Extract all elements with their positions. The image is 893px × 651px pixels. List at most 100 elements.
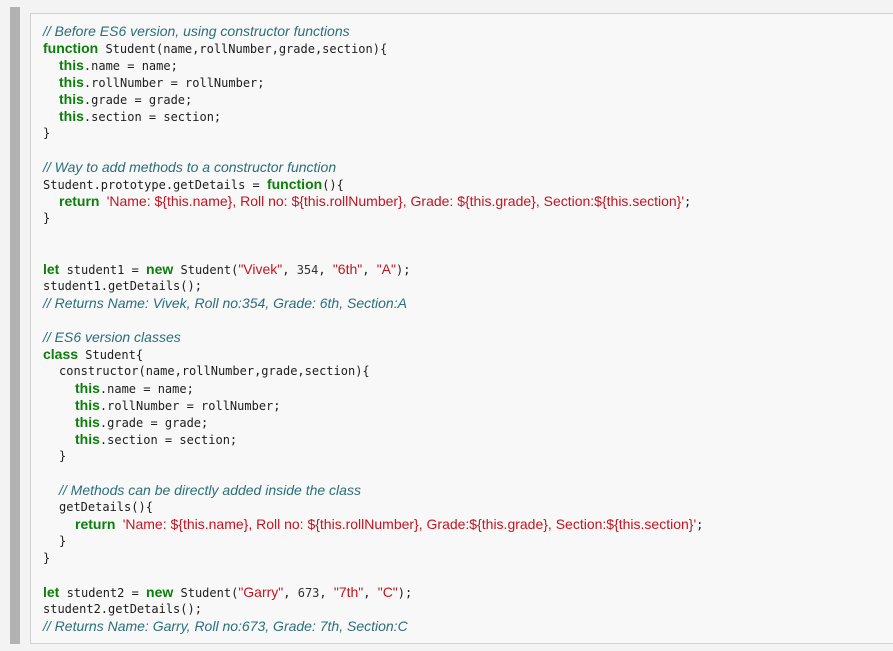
code-panel: // Before ES6 version, using constructor… [10, 7, 893, 644]
code-body: // Before ES6 version, using constructor… [43, 23, 889, 635]
code-text: .grade = grade; [83, 93, 193, 107]
code-text: } [43, 551, 51, 565]
code-text: , [319, 586, 334, 600]
keyword-function: function [43, 40, 99, 56]
code-text: .rollNumber = rollNumber; [99, 399, 281, 413]
keyword-this: this [59, 91, 84, 107]
code-line: return 'Name: ${this.name}, Roll no: ${t… [43, 193, 889, 210]
code-text: student1.getDetails(); [43, 279, 202, 293]
keyword-this: this [59, 74, 84, 90]
comment: // Methods can be directly added inside … [59, 482, 361, 498]
code-line: this.name = name; [43, 57, 889, 74]
code-line: // Before ES6 version, using constructor… [43, 23, 889, 40]
code-line: } [43, 533, 889, 550]
code-block: // Before ES6 version, using constructor… [30, 13, 893, 644]
code-text: , [318, 263, 333, 277]
number-literal: 673 [297, 586, 320, 600]
code-text: } [43, 211, 51, 225]
code-text: , [283, 586, 298, 600]
keyword-this: this [59, 57, 84, 73]
code-line: this.rollNumber = rollNumber; [43, 74, 889, 91]
code-line: function Student(name,rollNumber,grade,s… [43, 40, 889, 57]
string-literal: "A" [376, 261, 396, 277]
code-text: getDetails(){ [59, 500, 153, 514]
code-text: , [363, 586, 378, 600]
code-text: ); [395, 263, 411, 277]
keyword-class: class [43, 346, 79, 362]
code-line: // Returns Name: Garry, Roll no:673, Gra… [43, 618, 889, 635]
code-text: } [59, 534, 67, 548]
keyword-function: function [266, 176, 323, 192]
code-text: student1 = [59, 263, 147, 277]
code-line: let student1 = new Student("Vivek", 354,… [43, 261, 889, 278]
keyword-this: this [75, 397, 100, 413]
code-text: student2 = [59, 586, 147, 600]
code-line: student1.getDetails(); [43, 278, 889, 295]
comment: // Returns Name: Vivek, Roll no:354, Gra… [43, 295, 407, 311]
keyword-return: return [59, 193, 100, 209]
code-text: (){ [322, 178, 344, 192]
code-text: .section = section; [99, 433, 238, 447]
code-line: this.grade = grade; [43, 414, 889, 431]
code-line: class Student{ [43, 346, 889, 363]
code-text: , [362, 263, 377, 277]
comment: // Returns Name: Garry, Roll no:673, Gra… [43, 618, 408, 634]
code-line: } [43, 448, 889, 465]
code-text: constructor(name,rollNumber,grade,sectio… [59, 364, 370, 378]
code-line: } [43, 125, 889, 142]
code-text: .grade = grade; [99, 416, 209, 430]
code-line: this.name = name; [43, 380, 889, 397]
comment: // Way to add methods to a constructor f… [43, 159, 337, 175]
code-line: Student.prototype.getDetails = function(… [43, 176, 889, 193]
number-literal: 354 [296, 263, 319, 277]
keyword-this: this [75, 431, 100, 447]
string-literal: "Garry" [238, 584, 284, 600]
code-text: Student{ [78, 348, 144, 362]
keyword-this: this [59, 108, 84, 124]
keyword-let: let [43, 584, 60, 600]
code-text: } [59, 449, 67, 463]
code-line: // Way to add methods to a constructor f… [43, 159, 889, 176]
code-line: this.rollNumber = rollNumber; [43, 397, 889, 414]
code-text: ; [684, 195, 692, 209]
code-line: // ES6 version classes [43, 329, 889, 346]
code-text: ); [397, 586, 413, 600]
code-text: .section = section; [83, 110, 222, 124]
code-text: Student.prototype.getDetails = [43, 178, 267, 192]
keyword-new: new [146, 261, 174, 277]
keyword-this: this [75, 414, 100, 430]
code-text: Student(name,rollNumber,grade,section){ [98, 42, 388, 56]
code-text: .name = name; [83, 59, 178, 73]
code-line: student2.getDetails(); [43, 601, 889, 618]
code-text: ; [696, 518, 704, 532]
code-text: .name = name; [99, 382, 194, 396]
code-text: Student( [173, 586, 239, 600]
code-text: , [282, 263, 297, 277]
string-literal: 'Name: ${this.name}, Roll no: ${this.rol… [106, 193, 685, 209]
code-line: } [43, 210, 889, 227]
code-text: .rollNumber = rollNumber; [83, 76, 265, 90]
string-literal: "C" [377, 584, 398, 600]
code-line: // Methods can be directly added inside … [43, 482, 889, 499]
comment: // Before ES6 version, using constructor… [43, 23, 350, 39]
string-literal: "7th" [333, 584, 364, 600]
code-text: } [43, 126, 51, 140]
comment: // ES6 version classes [43, 329, 181, 345]
string-literal: 'Name: ${this.name}, Roll no: ${this.rol… [122, 516, 697, 532]
code-line: constructor(name,rollNumber,grade,sectio… [43, 363, 889, 380]
code-line: return 'Name: ${this.name}, Roll no: ${t… [43, 516, 889, 533]
keyword-this: this [75, 380, 100, 396]
code-line: this.grade = grade; [43, 91, 889, 108]
code-line: getDetails(){ [43, 499, 889, 516]
code-text: student2.getDetails(); [43, 602, 202, 616]
code-line: this.section = section; [43, 431, 889, 448]
keyword-return: return [75, 516, 116, 532]
code-line: this.section = section; [43, 108, 889, 125]
string-literal: "6th" [332, 261, 363, 277]
